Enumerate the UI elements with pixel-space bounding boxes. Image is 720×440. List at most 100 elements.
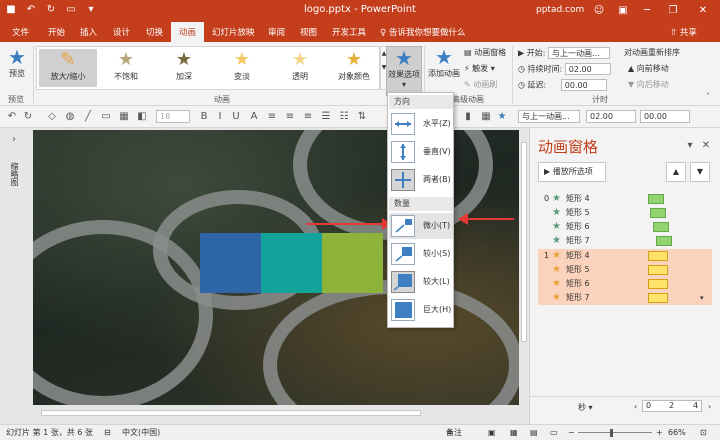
tab-design[interactable]: 设计 — [113, 26, 130, 38]
zoom-level[interactable]: 66% — [668, 425, 686, 440]
zoom-slider[interactable] — [578, 432, 652, 433]
text-direction-icon[interactable]: ⇅ — [356, 111, 368, 123]
preview-button[interactable]: ★ 预览 — [4, 46, 30, 79]
redo-icon[interactable]: ↻ — [22, 111, 34, 123]
italic-icon[interactable]: I — [214, 111, 226, 123]
scroll-thumb[interactable] — [41, 410, 421, 416]
align-right-icon[interactable]: ≡ — [302, 111, 314, 123]
ribbon-display-icon[interactable]: ▣ — [612, 2, 634, 20]
timeline-scroll-right-icon[interactable]: › — [708, 402, 711, 411]
rectangle-4[interactable] — [200, 233, 261, 293]
tab-insert[interactable]: 插入 — [80, 26, 97, 38]
toolbar-start-select[interactable]: 与上一动画... — [518, 110, 580, 123]
animation-painter-button[interactable]: ✎ 动画刷 — [464, 79, 497, 90]
scroll-thumb[interactable] — [521, 142, 527, 342]
table-icon[interactable]: ▦ — [118, 111, 130, 123]
amount-smaller[interactable]: 较小(S) — [389, 241, 453, 267]
tell-me-box[interactable]: ♀ 告诉我你想要做什么 — [380, 26, 465, 38]
list-item[interactable]: ★ 矩形 5 — [538, 206, 712, 220]
zoom-slider-thumb[interactable] — [610, 429, 613, 437]
font-size-box[interactable]: 18 — [156, 110, 190, 123]
timeline-bar[interactable] — [656, 236, 672, 246]
direction-horizontal[interactable]: 水平(Z) — [389, 111, 453, 137]
list-item[interactable]: ★ 矩形 5 — [538, 263, 712, 277]
sorter-view-icon[interactable]: ▦ — [510, 425, 518, 440]
anim-darken[interactable]: ★ 加深 — [155, 49, 213, 87]
list-item[interactable]: ★ 矩形 7 — [538, 234, 712, 248]
tab-review[interactable]: 审阅 — [268, 26, 285, 38]
list-item[interactable]: 0 ★ 矩形 4 — [538, 192, 712, 206]
amount-larger[interactable]: 较大(L) — [389, 269, 453, 295]
tab-view[interactable]: 视图 — [300, 26, 317, 38]
anim-style-icon[interactable]: ▮ — [462, 111, 474, 123]
horizontal-scrollbar[interactable] — [33, 408, 519, 418]
language-indicator[interactable]: 中文(中国) — [122, 425, 160, 440]
seconds-dropdown[interactable]: 秒 ▾ — [578, 402, 593, 413]
textbox-icon[interactable]: ▭ — [100, 111, 112, 123]
toolbar-duration-input[interactable]: 02.00 — [586, 110, 636, 123]
align-left-icon[interactable]: ≡ — [266, 111, 278, 123]
align-center-icon[interactable]: ≡ — [284, 111, 296, 123]
tab-transitions[interactable]: 切换 — [146, 26, 163, 38]
normal-view-icon[interactable]: ▣ — [488, 425, 496, 440]
timeline-bar[interactable] — [650, 208, 666, 218]
vertical-scrollbar[interactable] — [519, 130, 529, 408]
play-selected-button[interactable]: ▶ 播放所选项 — [538, 162, 606, 182]
direction-both[interactable]: 两者(B) — [389, 167, 453, 193]
effect-options-icon[interactable]: ▦ — [480, 111, 492, 123]
duration-input[interactable]: 02.00 — [564, 63, 611, 75]
tab-slideshow[interactable]: 幻灯片放映 — [212, 26, 255, 38]
toolbar-delay-input[interactable]: 00.00 — [640, 110, 690, 123]
list-item[interactable]: ★ 矩形 7 ▾ — [538, 291, 712, 305]
user-icon[interactable]: ☺ — [588, 2, 610, 20]
rectangle-5[interactable] — [261, 233, 322, 293]
line-icon[interactable]: ╱ — [82, 111, 94, 123]
add-anim-star-icon[interactable]: ★ — [496, 111, 508, 123]
trigger-button[interactable]: ⚡ 触发 ▾ — [464, 63, 495, 74]
tab-file[interactable]: 文件 — [12, 26, 29, 38]
shape-icon[interactable]: ◇ — [46, 111, 58, 123]
spelling-icon[interactable]: ⊟ — [104, 425, 111, 440]
start-select[interactable]: 与上一动画... — [547, 47, 610, 59]
tab-developer[interactable]: 开发工具 — [332, 26, 366, 38]
tab-animations[interactable]: 动画 — [171, 22, 205, 42]
anim-lighten[interactable]: ★ 变淡 — [213, 49, 271, 87]
arrange-icon[interactable]: ◧ — [136, 111, 148, 123]
restore-icon[interactable]: ❐ — [662, 2, 684, 20]
rectangle-6[interactable] — [322, 233, 383, 293]
zoom-in-icon[interactable]: + — [656, 425, 663, 440]
timeline-scroll-left-icon[interactable]: ‹ — [634, 402, 637, 411]
numbering-icon[interactable]: ☷ — [338, 111, 350, 123]
underline-icon[interactable]: U — [230, 111, 242, 123]
undo-icon[interactable]: ↶ — [6, 111, 18, 123]
fill-icon[interactable]: ◍ — [64, 111, 76, 123]
add-animation-button[interactable]: ★ 添加动画 — [426, 46, 462, 79]
move-up-button[interactable]: ▲ — [666, 162, 686, 182]
effect-options-button[interactable]: ★ 效果选项 ▾ — [386, 46, 422, 96]
thumbnails-label[interactable]: 缩略图 — [9, 162, 19, 186]
font-color-icon[interactable]: A — [248, 111, 260, 123]
move-down-button[interactable]: ▼ — [690, 162, 710, 182]
timeline-bar[interactable] — [648, 279, 668, 289]
move-earlier-button[interactable]: ▲ 向前移动 — [628, 63, 669, 74]
timeline-bar[interactable] — [648, 293, 668, 303]
move-later-button[interactable]: ▼ 向后移动 — [628, 79, 669, 90]
zoom-out-icon[interactable]: − — [568, 425, 575, 440]
amount-tiny[interactable]: 微小(T) — [389, 213, 453, 239]
reading-view-icon[interactable]: ▤ — [530, 425, 538, 440]
slideshow-view-icon[interactable]: ▭ — [550, 425, 558, 440]
close-icon[interactable]: ✕ — [692, 2, 714, 20]
pane-options-icon[interactable]: ▾ — [684, 140, 696, 152]
bold-icon[interactable]: B — [198, 111, 210, 123]
anim-transparency[interactable]: ★ 透明 — [271, 49, 329, 87]
amount-huge[interactable]: 巨大(H) — [389, 297, 453, 323]
direction-vertical[interactable]: 垂直(V) — [389, 139, 453, 165]
minimize-icon[interactable]: ─ — [636, 2, 658, 20]
delay-input[interactable]: 00.00 — [560, 79, 607, 91]
timeline-bar[interactable] — [648, 251, 668, 261]
list-item[interactable]: 1 ★ 矩形 4 — [538, 249, 712, 263]
share-button[interactable]: ⇧ 共享 — [670, 26, 697, 38]
pane-close-icon[interactable]: ✕ — [700, 140, 712, 152]
list-item[interactable]: ★ 矩形 6 — [538, 277, 712, 291]
timeline-bar[interactable] — [653, 222, 669, 232]
